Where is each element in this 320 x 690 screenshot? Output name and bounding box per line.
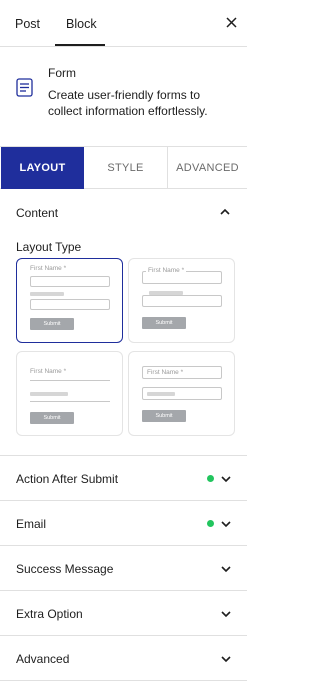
- accordion-label: Advanced: [16, 652, 70, 666]
- close-button[interactable]: [222, 13, 240, 31]
- status-dot: [207, 520, 214, 527]
- preview-label-bar: [30, 292, 64, 296]
- chevron-down-icon[interactable]: [220, 564, 232, 573]
- layout-option-3[interactable]: First Name * Submit: [16, 351, 123, 436]
- chevron-down-icon[interactable]: [220, 654, 232, 663]
- preview-field-label: First Name *: [146, 267, 187, 274]
- layout-option-1[interactable]: First Name * Submit: [16, 258, 123, 343]
- chevron-up-icon[interactable]: [219, 207, 231, 217]
- accordion-email[interactable]: Email: [0, 501, 247, 546]
- block-description: Create user-friendly forms to collect in…: [48, 88, 208, 118]
- preview-field-label: First Name *: [30, 265, 67, 272]
- preview-underline: [30, 380, 110, 381]
- preview-field-label: First Name *: [147, 369, 184, 376]
- form-icon: [16, 78, 33, 97]
- content-section-title[interactable]: Content: [16, 206, 58, 220]
- layout-type-label: Layout Type: [16, 240, 82, 254]
- block-title: Form: [48, 66, 76, 80]
- preview-submit: Submit: [30, 412, 74, 424]
- preview-submit: Submit: [142, 410, 186, 422]
- chevron-down-icon[interactable]: [220, 519, 232, 528]
- preview-input: [30, 299, 110, 310]
- layout-option-4[interactable]: First Name * Submit: [128, 351, 235, 436]
- preview-submit: Submit: [30, 318, 74, 330]
- preview-field-label: First Name *: [30, 368, 67, 375]
- accordion-label: Extra Option: [16, 607, 83, 621]
- preview-label-bar: [147, 392, 175, 396]
- accordion-advanced[interactable]: Advanced: [0, 636, 247, 681]
- accordion-success-message[interactable]: Success Message: [0, 546, 247, 591]
- accordion-label: Success Message: [16, 562, 114, 576]
- block-card: Form Create user-friendly forms to colle…: [0, 47, 247, 131]
- preview-underline: [30, 401, 110, 402]
- settings-tabs: LAYOUT STYLE ADVANCED: [0, 146, 247, 189]
- close-icon: [225, 16, 237, 28]
- tab-style[interactable]: STYLE: [84, 147, 168, 189]
- tab-block[interactable]: Block: [66, 17, 97, 31]
- tab-advanced[interactable]: ADVANCED: [168, 147, 247, 189]
- sidebar-header-tabs: Post Block: [0, 0, 247, 47]
- accordion-extra-option[interactable]: Extra Option: [0, 591, 247, 636]
- accordion-label: Action After Submit: [16, 472, 119, 486]
- preview-label-bar: [30, 392, 68, 396]
- accordion-action-after-submit[interactable]: Action After Submit: [0, 456, 247, 501]
- tab-layout[interactable]: LAYOUT: [1, 147, 84, 189]
- preview-submit: Submit: [142, 317, 186, 329]
- content-panel: Content Layout Type First Name * Submit …: [0, 190, 247, 456]
- active-tab-indicator: [55, 44, 105, 46]
- layout-option-2[interactable]: First Name * Submit: [128, 258, 235, 343]
- accordion-label: Email: [16, 517, 47, 531]
- preview-input: [30, 276, 110, 287]
- status-dot: [207, 475, 214, 482]
- tab-post[interactable]: Post: [15, 17, 40, 31]
- preview-input: [142, 295, 222, 307]
- chevron-down-icon[interactable]: [220, 474, 232, 483]
- chevron-down-icon[interactable]: [220, 609, 232, 618]
